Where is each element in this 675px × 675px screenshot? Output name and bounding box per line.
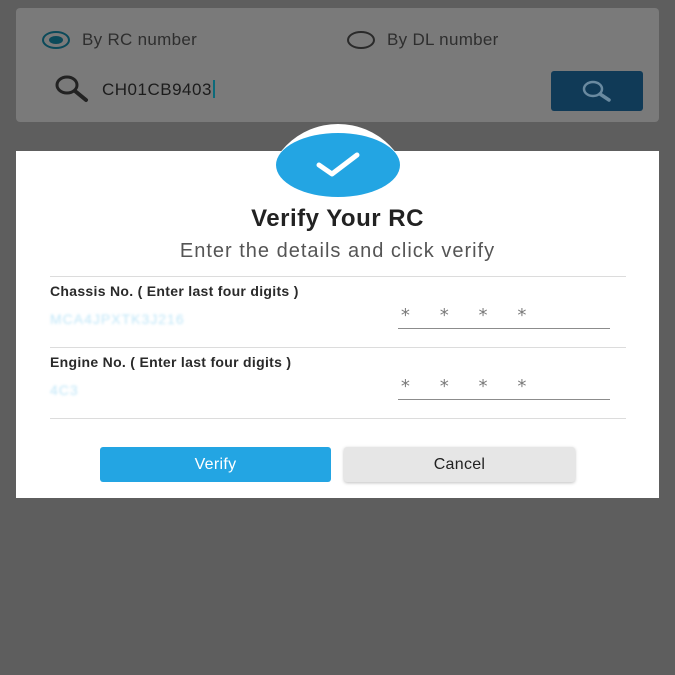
radio-unchecked-icon — [347, 31, 375, 49]
engine-label: Engine No. ( Enter last four digits ) — [50, 354, 292, 370]
divider — [50, 418, 626, 419]
cancel-button[interactable]: Cancel — [344, 447, 575, 482]
checkmark-icon — [316, 152, 360, 177]
search-button[interactable] — [551, 71, 643, 111]
divider — [50, 347, 626, 348]
verify-button[interactable]: Verify — [100, 447, 331, 482]
verified-badge — [276, 133, 400, 197]
verify-dialog: Verify Your RC Enter the details and cli… — [16, 151, 659, 498]
search-icon — [582, 80, 611, 102]
radio-by-rc-label: By RC number — [82, 30, 198, 49]
search-icon — [55, 75, 88, 102]
radio-checked-icon — [42, 31, 70, 49]
search-input[interactable]: CH01CB9403 — [102, 80, 215, 100]
divider — [50, 276, 626, 277]
chassis-digits-input[interactable] — [398, 303, 610, 329]
chassis-hint: MCA4JPXTK3J216 — [50, 311, 185, 327]
search-card: By RC number By DL number CH01CB9403 — [16, 8, 659, 122]
engine-hint: 4C3 — [50, 382, 79, 398]
screen: By RC number By DL number CH01CB9403 Ver… — [0, 0, 675, 675]
text-caret — [212, 80, 215, 98]
chassis-label: Chassis No. ( Enter last four digits ) — [50, 283, 299, 299]
search-input-value: CH01CB9403 — [102, 80, 212, 99]
dialog-title: Verify Your RC — [251, 205, 424, 232]
radio-by-dl[interactable]: By DL number — [347, 30, 499, 50]
engine-digits-input[interactable] — [398, 374, 610, 400]
search-mode-group: By RC number By DL number — [16, 30, 659, 66]
dialog-subtitle: Enter the details and click verify — [179, 240, 496, 262]
radio-by-dl-label: By DL number — [387, 30, 499, 49]
radio-by-rc[interactable]: By RC number — [42, 30, 197, 50]
search-row: CH01CB9403 — [16, 66, 659, 111]
